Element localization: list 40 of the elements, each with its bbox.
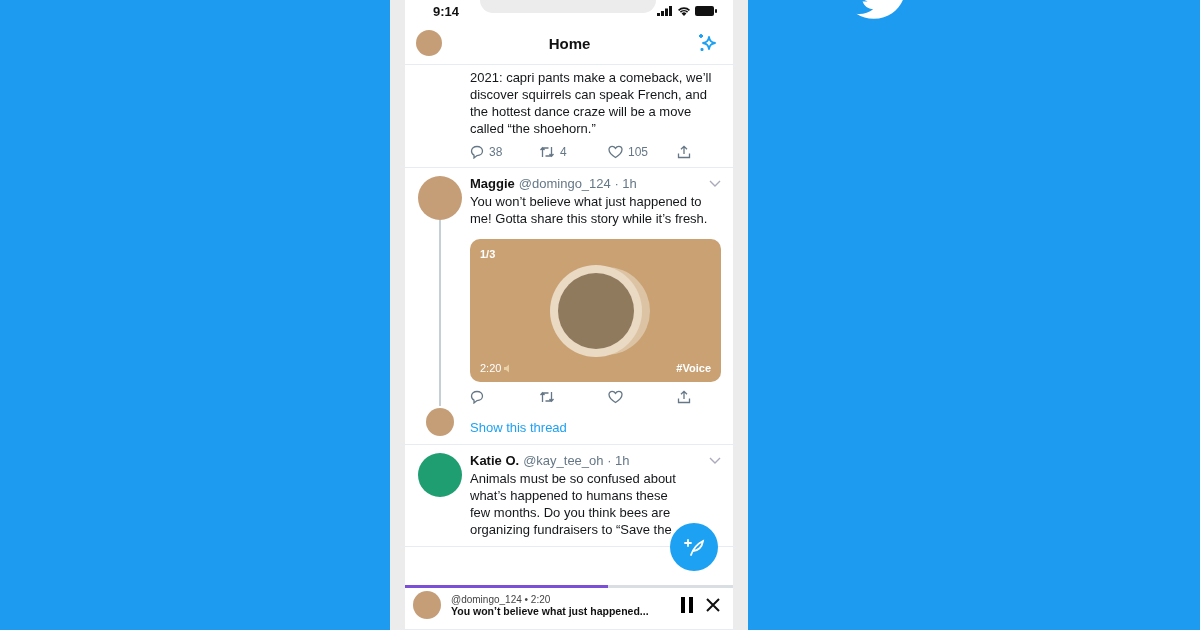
player-title: You won’t believe what just happened... <box>451 604 650 617</box>
heart-icon[interactable] <box>607 145 623 159</box>
user-avatar[interactable] <box>426 408 454 436</box>
action-button[interactable]: 38 <box>470 145 510 159</box>
speech-bubble-icon[interactable] <box>470 390 484 404</box>
wifi-icon <box>677 6 691 16</box>
voice-counter: 1/3 <box>480 248 496 260</box>
sparkle-icon[interactable] <box>697 32 719 54</box>
signal-icon <box>657 6 673 16</box>
player-handle: @domingo_124 • 2:20 <box>451 593 552 605</box>
user-avatar[interactable] <box>418 176 462 220</box>
author-handle[interactable]: @domingo_124 · 1h <box>518 176 705 191</box>
retweet-icon[interactable] <box>539 390 555 404</box>
close-icon[interactable] <box>705 597 721 613</box>
user-avatar[interactable] <box>418 453 462 497</box>
show-thread-link[interactable]: Show this thread <box>470 420 567 435</box>
header-title: Home <box>548 34 591 52</box>
voice-hashtag: #Voice <box>676 362 711 374</box>
playback-progress-track[interactable] <box>405 585 733 588</box>
speech-bubble-icon[interactable] <box>470 145 484 159</box>
user-avatar <box>413 591 441 619</box>
status-time: 9:14 <box>433 3 460 19</box>
action-button[interactable]: 105 <box>607 145 648 159</box>
tweet-text: You won’t believe what just happened to me! Gotta share this story while it’s fresh. <box>470 193 709 227</box>
feather-plus-icon <box>683 536 705 558</box>
battery-icon <box>695 6 717 16</box>
author-name[interactable]: Katie O. <box>470 453 520 468</box>
retweet-icon[interactable] <box>539 145 555 159</box>
share-icon[interactable] <box>677 145 691 159</box>
action-button[interactable]: 4 <box>539 145 579 159</box>
compose-button[interactable] <box>670 523 718 571</box>
profile-avatar[interactable] <box>416 30 442 56</box>
tweet-text: Animals must be so confused about what’s happened to humans these few months. Do you think bees are organizing fundraisers to “Save the <box>470 470 677 538</box>
author-name[interactable]: Maggie <box>470 176 515 191</box>
voice-duration: 2:20 <box>480 362 502 374</box>
heart-icon[interactable] <box>608 390 623 404</box>
pause-icon[interactable] <box>679 596 695 614</box>
author-handle[interactable]: @kay_tee_oh · 1h <box>523 453 705 468</box>
share-icon[interactable] <box>677 390 691 404</box>
tweet-text: 2021: capri pants make a comeback, we’ll discover squirrels can speak French, and the hottest dance craze will be a move called “the shoehorn.” <box>470 69 713 137</box>
